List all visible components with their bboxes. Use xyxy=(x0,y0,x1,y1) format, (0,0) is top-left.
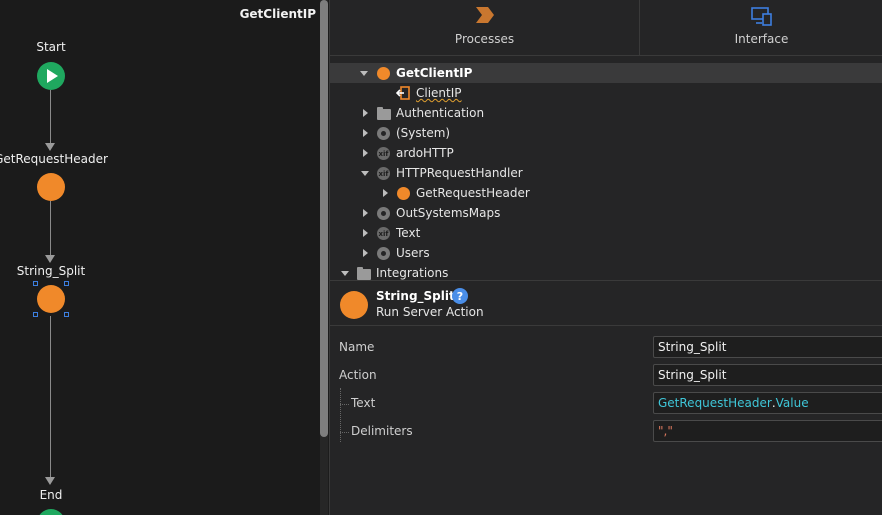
name-field-value: String_Split xyxy=(658,340,727,354)
tree-item-label: ClientIP xyxy=(416,86,462,100)
flow-connector xyxy=(50,316,51,478)
property-label-name: Name xyxy=(339,340,375,354)
end-node[interactable] xyxy=(37,509,65,515)
tree-guide xyxy=(340,432,349,433)
chevron-right-icon[interactable] xyxy=(363,229,368,237)
selection-handle[interactable] xyxy=(33,281,38,286)
tree-item-getclientip[interactable]: GetClientIP xyxy=(330,63,882,83)
tab-bar: Processes Interface xyxy=(330,0,882,56)
flow-connector xyxy=(50,90,51,144)
text-expression-field[interactable]: GetRequestHeader. Value xyxy=(653,392,882,414)
tab-label: Interface xyxy=(734,32,789,46)
properties-subtitle: Run Server Action xyxy=(376,305,484,319)
extension-icon: xif xyxy=(377,147,390,160)
action-field[interactable]: String_Split xyxy=(653,364,882,386)
property-label-text: Text xyxy=(351,396,376,410)
tree-item-label: ardoHTTP xyxy=(396,146,454,160)
properties-title: String_Split xyxy=(376,289,455,303)
get-request-header-node[interactable] xyxy=(37,173,65,201)
property-label-action: Action xyxy=(339,368,377,382)
action-field-value: String_Split xyxy=(658,368,727,382)
module-icon xyxy=(377,127,390,140)
chevron-right-icon[interactable] xyxy=(363,109,368,117)
name-field[interactable]: String_Split xyxy=(653,336,882,358)
tree-item-label: OutSystemsMaps xyxy=(396,206,501,220)
tree-item-ardohttp[interactable]: xif ardoHTTP xyxy=(330,143,882,163)
delimiters-value: "," xyxy=(658,424,673,438)
end-label: End xyxy=(39,488,63,502)
tab-interface[interactable]: Interface xyxy=(640,0,882,56)
tree-guide xyxy=(340,404,349,405)
expression-part: Value xyxy=(775,396,809,410)
tree-item-httprequesthandler[interactable]: xif HTTPRequestHandler xyxy=(330,163,882,183)
tree-item-integrations[interactable]: Integrations xyxy=(330,263,882,280)
flow-connector xyxy=(50,201,51,256)
get-request-header-label: GetRequestHeader xyxy=(0,152,108,166)
expression-part: GetRequestHeader xyxy=(658,396,772,410)
tab-label: Processes xyxy=(454,32,515,46)
tree-item-label: HTTPRequestHandler xyxy=(396,166,523,180)
output-parameter-icon xyxy=(396,86,410,100)
interface-icon xyxy=(750,7,772,26)
server-action-icon xyxy=(397,187,410,200)
server-action-icon xyxy=(377,67,390,80)
tree-item-authentication[interactable]: Authentication xyxy=(330,103,882,123)
tree-guide xyxy=(340,388,341,442)
folder-icon xyxy=(377,107,391,120)
selection-handle[interactable] xyxy=(33,312,38,317)
chevron-down-icon[interactable] xyxy=(341,271,349,276)
chevron-right-icon[interactable] xyxy=(363,249,368,257)
tree-item-label: Text xyxy=(396,226,421,240)
tree-item-system[interactable]: (System) xyxy=(330,123,882,143)
selection-handle[interactable] xyxy=(64,281,69,286)
processes-icon xyxy=(475,7,494,23)
tree-item-label: Users xyxy=(396,246,430,260)
canvas-scrollbar-thumb[interactable] xyxy=(320,0,328,437)
tree-item-label: Authentication xyxy=(396,106,485,120)
delimiters-expression-field[interactable]: "," xyxy=(653,420,882,442)
selection-handle[interactable] xyxy=(64,312,69,317)
canvas-title: GetClientIP xyxy=(239,7,316,21)
chevron-down-icon[interactable] xyxy=(360,71,368,76)
string-split-label: String_Split xyxy=(16,264,86,278)
start-node[interactable] xyxy=(37,62,65,90)
tree-item-clientip[interactable]: ClientIP xyxy=(330,83,882,103)
tree-item-users[interactable]: Users xyxy=(330,243,882,263)
play-icon xyxy=(47,69,58,83)
tree-item-text[interactable]: xif Text xyxy=(330,223,882,243)
tree-item-label: GetClientIP xyxy=(396,66,473,80)
tab-processes[interactable]: Processes xyxy=(330,0,640,56)
server-action-icon xyxy=(340,291,368,319)
right-panel: Processes Interface GetClientIP ClientIP… xyxy=(329,0,882,515)
tree-item-getrequestheader[interactable]: GetRequestHeader xyxy=(330,183,882,203)
tree-item-outsystemsmaps[interactable]: OutSystemsMaps xyxy=(330,203,882,223)
chevron-right-icon[interactable] xyxy=(383,189,388,197)
arrow-down-icon xyxy=(45,255,55,263)
properties-header: String_Split ? Run Server Action xyxy=(330,280,882,326)
start-label: Start xyxy=(36,40,66,54)
tree-item-label: (System) xyxy=(396,126,451,140)
tree-item-label: Integrations xyxy=(376,266,449,280)
extension-icon: xif xyxy=(377,167,390,180)
arrow-down-icon xyxy=(45,477,55,485)
chevron-right-icon[interactable] xyxy=(363,149,368,157)
string-split-node[interactable] xyxy=(37,285,65,313)
folder-open-icon xyxy=(357,267,371,280)
module-icon xyxy=(377,247,390,260)
tree-item-label: GetRequestHeader xyxy=(416,186,530,200)
module-icon xyxy=(377,207,390,220)
chevron-right-icon[interactable] xyxy=(363,129,368,137)
extension-icon: xif xyxy=(377,227,390,240)
chevron-right-icon[interactable] xyxy=(363,209,368,217)
arrow-down-icon xyxy=(45,143,55,151)
property-label-delimiters: Delimiters xyxy=(351,424,413,438)
elements-tree: GetClientIP ClientIP Authentication (Sys… xyxy=(330,62,882,280)
help-icon[interactable]: ? xyxy=(452,288,468,304)
app-window: GetClientIP Start GetRequestHeader Strin… xyxy=(0,0,882,515)
chevron-down-icon[interactable] xyxy=(361,171,369,176)
flow-canvas[interactable]: GetClientIP Start GetRequestHeader Strin… xyxy=(0,0,320,515)
